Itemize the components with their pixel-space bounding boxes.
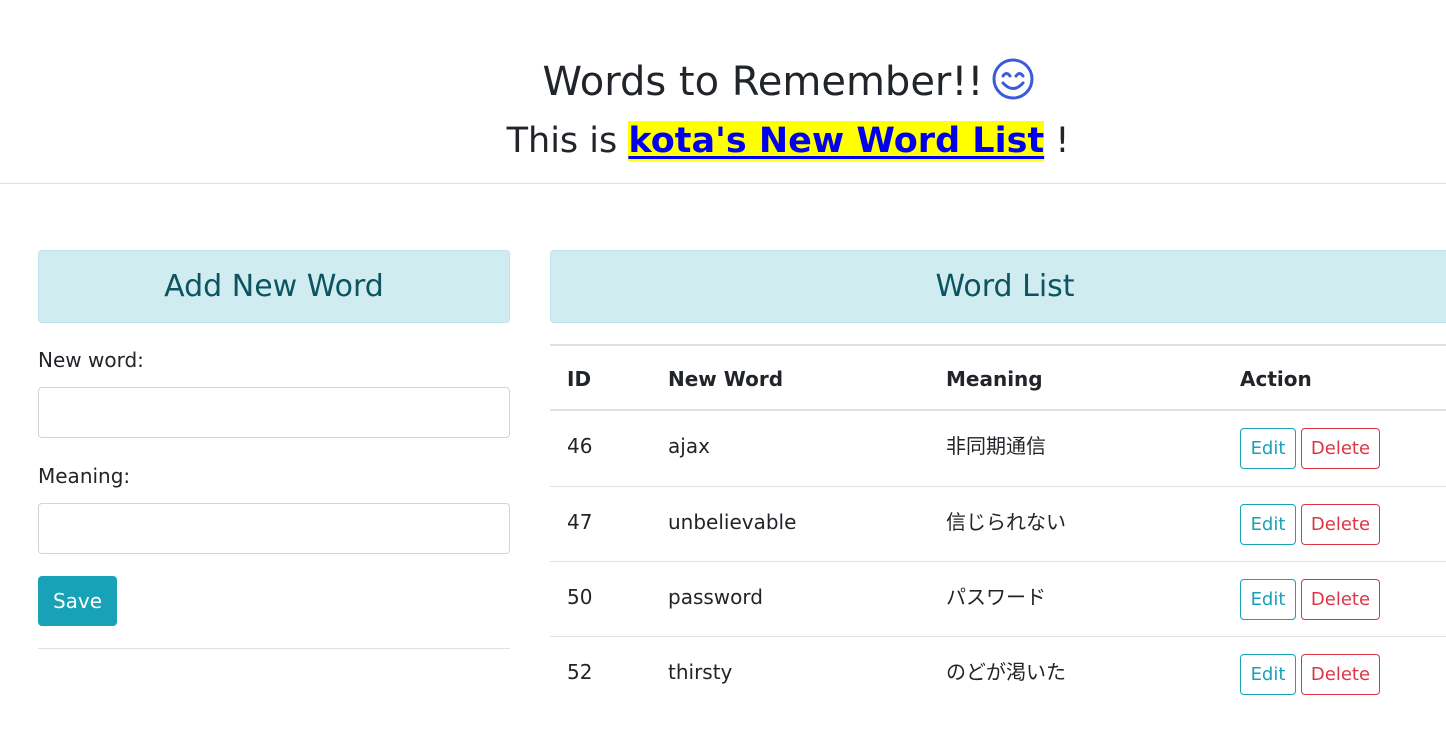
add-word-heading: Add New Word [38,250,510,323]
word-text: unbelievable [668,510,797,534]
delete-button[interactable]: Delete [1301,428,1380,469]
word-meaning: 信じられない [946,510,1066,534]
edit-button[interactable]: Edit [1240,504,1296,545]
smiling-face-icon [991,57,1035,101]
page-header: Words to Remember!! This is kota's New W… [0,0,1446,184]
word-meaning: のどが渇いた [946,660,1066,684]
subtitle-suffix: ! [1055,121,1070,161]
delete-button[interactable]: Delete [1301,504,1380,545]
word-id: 52 [567,660,593,684]
edit-button[interactable]: Edit [1240,654,1296,695]
word-text: password [668,585,763,609]
word-list-heading: Word List [550,250,1446,323]
save-button[interactable]: Save [38,576,117,626]
word-text: thirsty [668,660,733,684]
form-divider [38,648,510,649]
word-id: 50 [567,585,593,609]
table-row: 50 password パスワード Edit Delete [550,561,1446,636]
word-text: ajax [668,434,710,458]
meaning-input[interactable] [38,503,510,554]
new-word-label: New word: [38,348,144,372]
subtitle-prefix: This is [506,121,618,161]
page-subtitle: This is kota's New Word List ! [0,118,1446,164]
table-row: 46 ajax 非同期通信 Edit Delete [550,411,1446,486]
list-owner-link[interactable]: kota's New Word List [628,121,1045,161]
word-id: 46 [567,434,593,458]
column-header-id: ID [567,367,592,391]
page-title-text: Words to Remember!! [542,59,984,105]
column-header-action: Action [1240,367,1312,391]
table-row: 47 unbelievable 信じられない Edit Delete [550,486,1446,561]
table-header-row: ID New Word Meaning Action [550,344,1446,411]
word-table: ID New Word Meaning Action 46 ajax 非同期通信… [550,344,1446,711]
page-title: Words to Remember!! [0,56,1446,108]
word-id: 47 [567,510,593,534]
edit-button[interactable]: Edit [1240,579,1296,620]
word-meaning: パスワード [946,585,1046,609]
meaning-label: Meaning: [38,464,131,488]
word-meaning: 非同期通信 [946,434,1046,458]
column-header-new-word: New Word [668,367,784,391]
column-header-meaning: Meaning [946,367,1043,391]
delete-button[interactable]: Delete [1301,579,1380,620]
new-word-input[interactable] [38,387,510,438]
edit-button[interactable]: Edit [1240,428,1296,469]
table-row: 52 thirsty のどが渇いた Edit Delete [550,636,1446,711]
delete-button[interactable]: Delete [1301,654,1380,695]
